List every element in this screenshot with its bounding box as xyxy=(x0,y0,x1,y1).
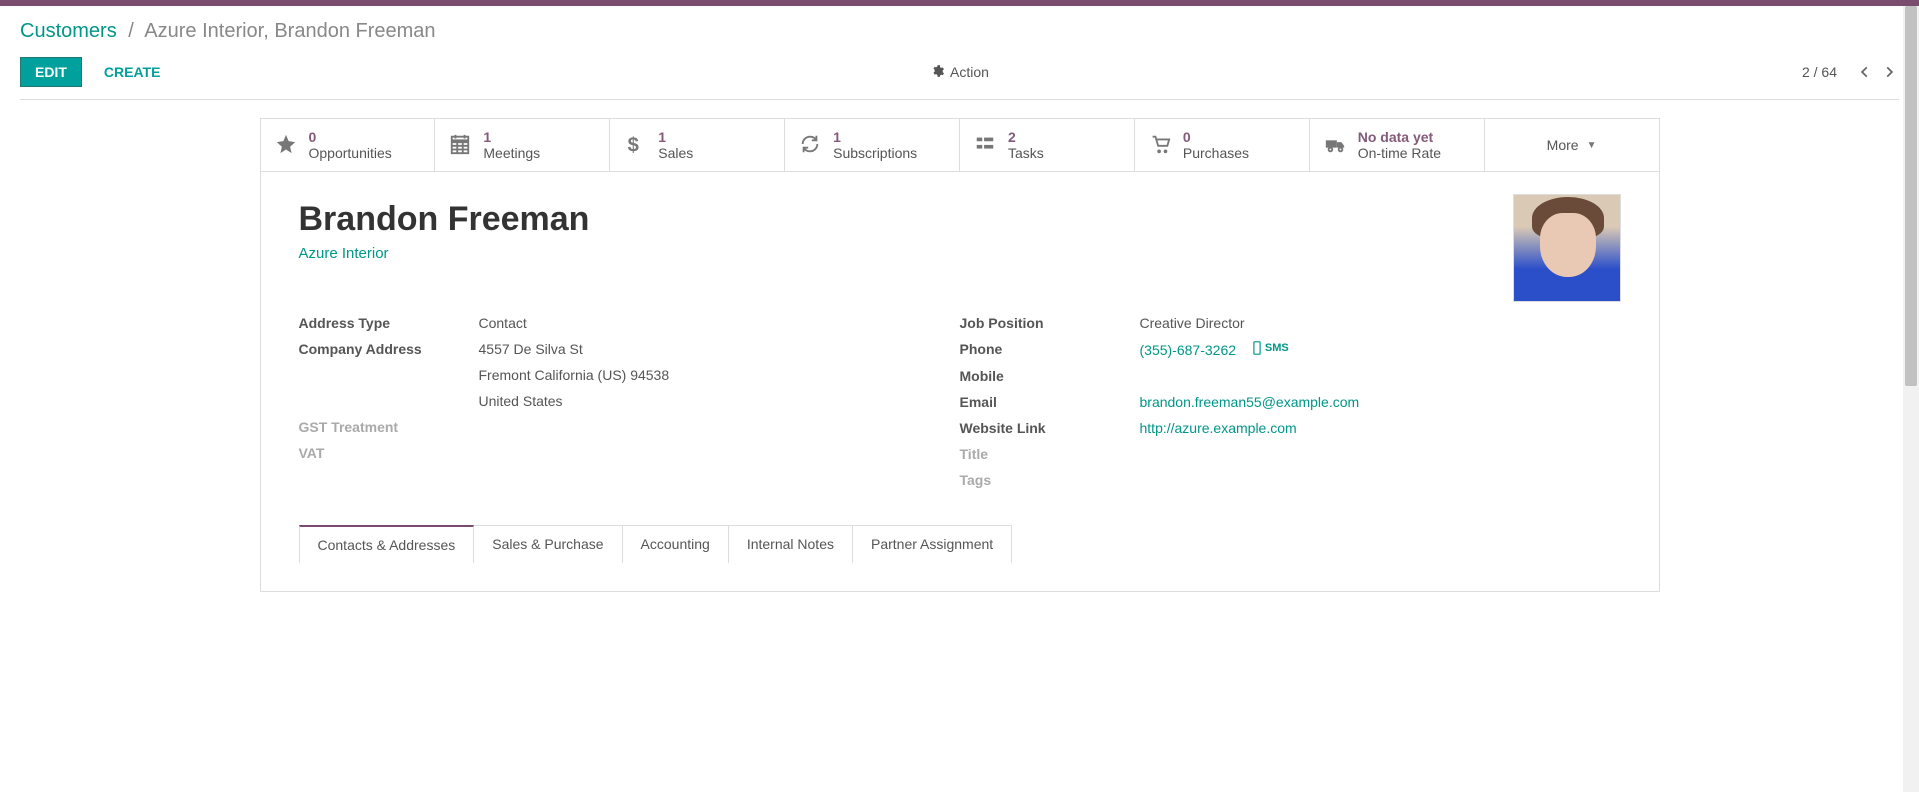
stat-opportunities[interactable]: 0Opportunities xyxy=(261,119,436,171)
tab-contacts[interactable]: Contacts & Addresses xyxy=(299,525,475,563)
header: Customers / Azure Interior, Brandon Free… xyxy=(0,6,1919,100)
stat-num: 1 xyxy=(833,129,917,145)
sms-label: SMS xyxy=(1265,342,1289,354)
right-column: Job PositionCreative Director Phone (355… xyxy=(960,310,1621,493)
stat-more[interactable]: More ▼ xyxy=(1485,119,1659,171)
edit-button[interactable]: EDIT xyxy=(20,57,82,87)
cart-icon xyxy=(1149,133,1177,158)
refresh-icon xyxy=(799,133,827,158)
phone-icon xyxy=(1252,341,1262,355)
vat-label: VAT xyxy=(299,445,479,461)
avatar-face xyxy=(1540,213,1596,277)
gst-label: GST Treatment xyxy=(299,419,479,435)
stat-num: 2 xyxy=(1008,129,1044,145)
tab-sales[interactable]: Sales & Purchase xyxy=(473,525,622,563)
tags-label: Tags xyxy=(960,472,1140,488)
pager: 2 / 64 xyxy=(1802,62,1899,82)
truck-icon xyxy=(1324,133,1352,158)
pager-next[interactable] xyxy=(1879,62,1899,82)
stat-label: On-time Rate xyxy=(1358,145,1441,161)
toolbar: EDIT CREATE Action 2 / 64 xyxy=(20,53,1899,100)
stat-num: 1 xyxy=(658,129,693,145)
more-label: More xyxy=(1547,137,1579,153)
vertical-scrollbar[interactable] xyxy=(1903,6,1919,792)
job-label: Job Position xyxy=(960,315,1140,331)
stat-label: Meetings xyxy=(483,145,540,161)
stat-num: 0 xyxy=(309,129,392,145)
stat-meetings[interactable]: 1Meetings xyxy=(435,119,610,171)
chevron-left-icon xyxy=(1858,65,1872,79)
tabs: Contacts & Addresses Sales & Purchase Ac… xyxy=(299,525,1621,563)
stat-label: Tasks xyxy=(1008,145,1044,161)
email-link[interactable]: brandon.freeman55@example.com xyxy=(1140,394,1360,410)
content: 0Opportunities 1Meetings $ 1Sales 1Subsc… xyxy=(0,118,1919,592)
create-button[interactable]: CREATE xyxy=(104,64,161,80)
action-label: Action xyxy=(950,64,989,80)
dollar-icon: $ xyxy=(624,133,652,158)
stat-label: Opportunities xyxy=(309,145,392,161)
company-address-label: Company Address xyxy=(299,341,479,357)
stat-bar: 0Opportunities 1Meetings $ 1Sales 1Subsc… xyxy=(261,119,1659,172)
form-sheet: 0Opportunities 1Meetings $ 1Sales 1Subsc… xyxy=(260,118,1660,592)
email-label: Email xyxy=(960,394,1140,410)
tasks-icon xyxy=(974,133,1002,158)
breadcrumb: Customers / Azure Interior, Brandon Free… xyxy=(20,14,1899,53)
title-label: Title xyxy=(960,446,1140,462)
sms-button[interactable]: SMS xyxy=(1252,341,1289,355)
caret-down-icon: ▼ xyxy=(1587,140,1597,151)
phone-label: Phone xyxy=(960,341,1140,358)
record-body: Brandon Freeman Azure Interior Address T… xyxy=(261,172,1659,591)
stat-label: Subscriptions xyxy=(833,145,917,161)
pager-prev[interactable] xyxy=(1855,62,1875,82)
stat-subscriptions[interactable]: 1Subscriptions xyxy=(785,119,960,171)
stat-num: No data yet xyxy=(1358,129,1441,145)
company-link[interactable]: Azure Interior xyxy=(299,245,389,262)
phone-link[interactable]: (355)-687-3262 xyxy=(1140,342,1237,358)
stat-num: 1 xyxy=(483,129,540,145)
scrollbar-thumb[interactable] xyxy=(1905,6,1917,386)
page-title: Brandon Freeman xyxy=(299,200,1621,239)
tab-notes[interactable]: Internal Notes xyxy=(728,525,853,563)
tab-partner[interactable]: Partner Assignment xyxy=(852,525,1012,563)
website-label: Website Link xyxy=(960,420,1140,436)
stat-tasks[interactable]: 2Tasks xyxy=(960,119,1135,171)
breadcrumb-separator: / xyxy=(128,20,134,42)
action-dropdown[interactable]: Action xyxy=(930,64,989,81)
stat-label: Sales xyxy=(658,145,693,161)
left-column: Address TypeContact Company Address4557 … xyxy=(299,310,960,493)
website-link[interactable]: http://azure.example.com xyxy=(1140,420,1297,436)
country-value: United States xyxy=(479,393,563,409)
tab-accounting[interactable]: Accounting xyxy=(622,525,729,563)
calendar-icon xyxy=(449,133,477,158)
city-value: Fremont California (US) 94538 xyxy=(479,367,670,383)
job-value: Creative Director xyxy=(1140,315,1245,331)
stat-sales[interactable]: $ 1Sales xyxy=(610,119,785,171)
breadcrumb-current: Azure Interior, Brandon Freeman xyxy=(144,20,435,42)
stat-ontime[interactable]: No data yetOn-time Rate xyxy=(1310,119,1485,171)
stat-num: 0 xyxy=(1183,129,1249,145)
street-value: 4557 De Silva St xyxy=(479,341,583,357)
chevron-right-icon xyxy=(1882,65,1896,79)
gear-icon xyxy=(930,64,950,81)
avatar[interactable] xyxy=(1513,194,1621,302)
address-type-label: Address Type xyxy=(299,315,479,331)
stat-purchases[interactable]: 0Purchases xyxy=(1135,119,1310,171)
mobile-label: Mobile xyxy=(960,368,1140,384)
star-icon xyxy=(275,133,303,158)
address-type-value: Contact xyxy=(479,315,527,331)
stat-label: Purchases xyxy=(1183,145,1249,161)
pager-text[interactable]: 2 / 64 xyxy=(1802,64,1837,80)
svg-text:$: $ xyxy=(628,134,639,155)
fields: Address TypeContact Company Address4557 … xyxy=(299,310,1621,493)
breadcrumb-root[interactable]: Customers xyxy=(20,20,117,42)
